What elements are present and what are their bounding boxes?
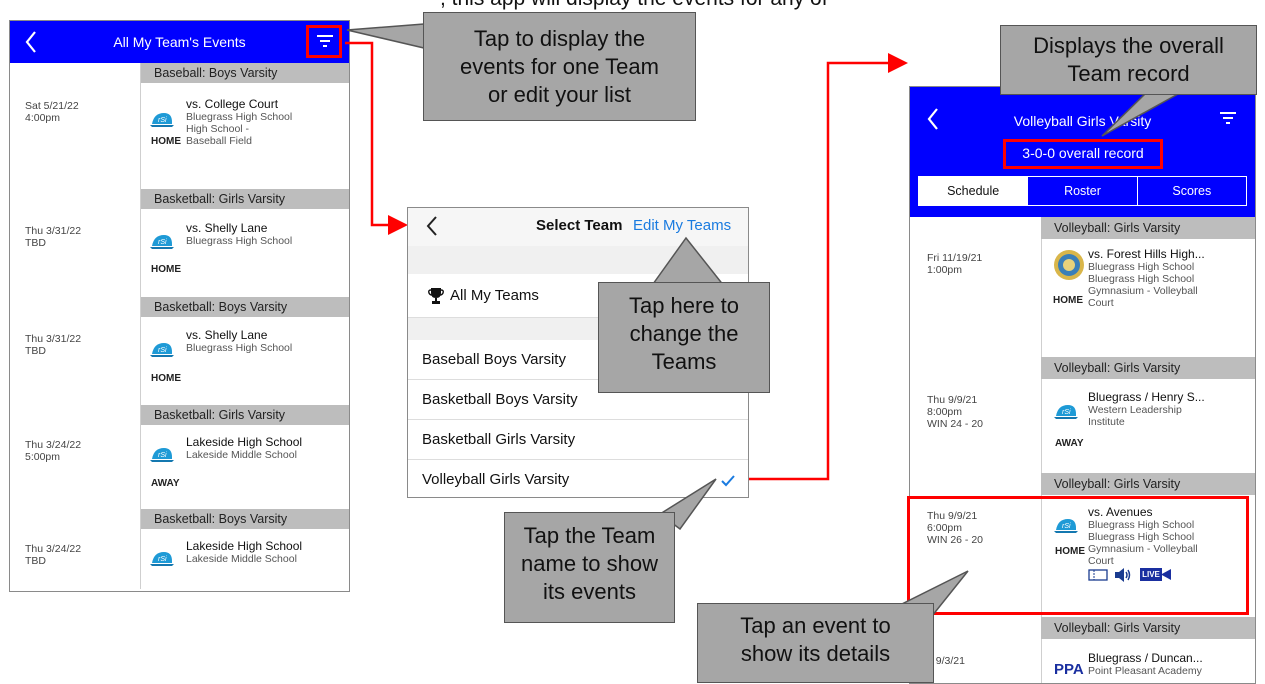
edit-my-teams-link[interactable]: Edit My Teams xyxy=(633,217,731,234)
filter-icon[interactable] xyxy=(1218,110,1238,126)
school-logo: PPA xyxy=(1054,661,1084,678)
team-section-header: Volleyball: Girls Varsity xyxy=(1041,357,1255,379)
school-seal-icon xyxy=(1054,250,1084,280)
opponent-name: Bluegrass / Henry S... xyxy=(1088,390,1205,404)
opponent-name: vs. Forest Hills High... xyxy=(1088,247,1205,261)
event-venue: Western Leadership Institute xyxy=(1088,404,1182,428)
tab-bar: Schedule Roster Scores xyxy=(918,176,1247,206)
all-my-teams-label: All My Teams xyxy=(450,287,539,304)
team-section-header: Volleyball: Girls Varsity xyxy=(1041,217,1255,239)
tab-scores[interactable]: Scores xyxy=(1138,177,1246,205)
back-chevron-icon[interactable] xyxy=(426,215,438,237)
event-row[interactable]: Volleyball: Girls Varsity Fri 11/19/21 1… xyxy=(910,217,1255,357)
team-section-header: Volleyball: Girls Varsity xyxy=(1041,617,1255,639)
callout-filter: Tap to display the events for one Team o… xyxy=(423,12,696,121)
event-row[interactable]: Volleyball: Girls Varsity ri 9/3/21 PPA … xyxy=(910,617,1255,683)
callout-pointer xyxy=(1101,93,1179,137)
home-away-label: HOME xyxy=(1053,295,1083,306)
event-date: Thu 9/9/21 8:00pm WIN 24 - 20 xyxy=(927,394,984,430)
event-date: Fri 11/19/21 1:00pm xyxy=(927,252,983,276)
callout-pointer xyxy=(346,23,425,49)
checkmark-icon xyxy=(721,475,735,487)
tab-schedule[interactable]: Schedule xyxy=(919,177,1029,205)
trophy-icon xyxy=(428,288,444,304)
select-team-title: Select Team xyxy=(536,217,623,234)
arrow-filter-to-select xyxy=(345,41,408,235)
team-cap-icon: rSi xyxy=(1054,405,1078,419)
tab-roster[interactable]: Roster xyxy=(1028,177,1138,205)
callout-record: Displays the overall Team record xyxy=(1000,25,1257,95)
event-venue: Bluegrass High School Bluegrass High Sch… xyxy=(1088,261,1198,309)
home-away-label: AWAY xyxy=(1055,438,1084,449)
arrow-team-to-screen3 xyxy=(748,53,908,481)
team-header: Volleyball Girls Varsity 3-0-0 overall r… xyxy=(910,87,1255,217)
team-section-header: Volleyball: Girls Varsity xyxy=(1041,473,1255,495)
opponent-name: Bluegrass / Duncan... xyxy=(1088,651,1203,665)
overall-record: 3-0-0 overall record xyxy=(1022,145,1144,161)
svg-text:rSi: rSi xyxy=(1062,409,1071,416)
team-title: Volleyball Girls Varsity xyxy=(1013,113,1152,129)
callout-edit-teams: Tap here to change the Teams xyxy=(598,282,770,393)
callout-team: Tap the Team name to show its events xyxy=(504,512,675,623)
team-item[interactable]: Basketball Girls Varsity xyxy=(408,420,748,460)
event-venue: Point Pleasant Academy xyxy=(1088,665,1202,677)
callout-event: Tap an event to show its details xyxy=(697,603,934,683)
event-row[interactable]: Volleyball: Girls Varsity Thu 9/9/21 8:0… xyxy=(910,357,1255,473)
